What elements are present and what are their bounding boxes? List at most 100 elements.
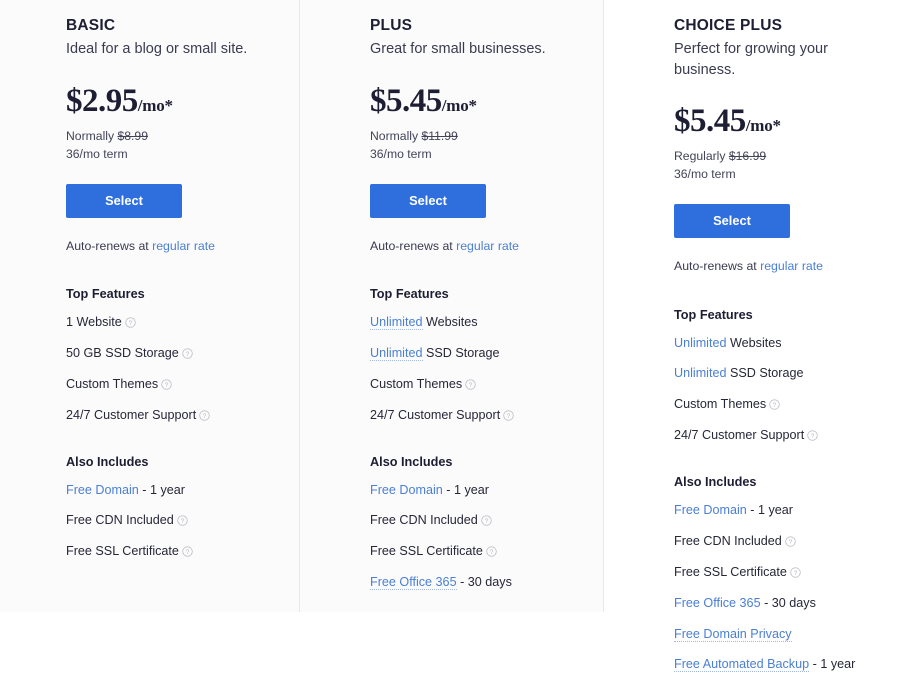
help-circle-icon[interactable]: ? (177, 515, 188, 527)
feature-highlight-link[interactable]: Free Domain Privacy (674, 626, 792, 642)
regular-rate-link[interactable]: regular rate (760, 259, 823, 273)
svg-text:?: ? (484, 518, 488, 525)
feature-item[interactable]: Unlimited SSD Storage (674, 365, 886, 383)
top-features-list: 1 Website? 50 GB SSD Storage? Custom Theme… (66, 314, 282, 425)
help-circle-icon[interactable]: ? (790, 567, 801, 578)
feature-item: 24/7 Customer Support? (370, 407, 586, 425)
feature-label: Websites (726, 335, 782, 350)
help-circle-icon[interactable]: ? (199, 409, 210, 421)
feature-label: Websites (422, 315, 478, 330)
feature-item: Free CDN Included? (370, 512, 586, 530)
feature-item[interactable]: Unlimited Websites (370, 314, 586, 332)
feature-item: Custom Themes? (674, 396, 886, 414)
feature-label: - 1 year (442, 482, 489, 497)
help-circle-icon[interactable]: ? (182, 348, 193, 359)
select-button[interactable]: Select (370, 183, 486, 218)
feature-label: SSD Storage (422, 345, 500, 360)
help-circle-icon[interactable]: ? (182, 546, 193, 557)
autorenew-prefix: Auto-renews at (370, 238, 457, 253)
top-features-title: Top Features (370, 287, 449, 302)
plan-column-plus: PLUS Great for small businesses. $5.45/m… (300, 0, 604, 612)
autorenew-note: Auto-renews at regular rate (370, 238, 586, 255)
feature-item: 50 GB SSD Storage? (66, 345, 282, 363)
feature-label: Custom Themes (66, 376, 159, 391)
feature-item: Free CDN Included? (66, 512, 282, 530)
feature-label: Free SSL Certificate (370, 544, 483, 559)
feature-item[interactable]: Free Office 365 - 30 days (370, 574, 586, 592)
pricing-table: BASIC Ideal for a blog or small site. $2… (0, 0, 900, 673)
feature-item[interactable]: Unlimited SSD Storage (370, 345, 586, 363)
feature-label: Free CDN Included (66, 513, 174, 528)
plan-price-period: /mo* (137, 95, 173, 115)
feature-label: Free CDN Included (674, 533, 782, 548)
feature-item[interactable]: Free Domain - 1 year (674, 502, 886, 520)
plan-name: CHOICE PLUS (674, 17, 783, 34)
help-circle-icon[interactable]: ? (125, 317, 136, 328)
help-circle-icon[interactable]: ? (807, 430, 818, 441)
price-note: Normally $11.99 36/mo term (370, 127, 586, 163)
feature-highlight-link[interactable]: Free Office 365 (674, 596, 761, 610)
svg-text:?: ? (773, 402, 777, 409)
feature-item[interactable]: Free Domain Privacy (674, 626, 886, 644)
feature-highlight-link[interactable]: Free Domain (370, 483, 443, 497)
feature-highlight-link[interactable]: Unlimited (370, 345, 423, 361)
plan-price: $2.95 (66, 82, 138, 119)
svg-text:?: ? (811, 433, 815, 440)
regular-rate-link[interactable]: regular rate (456, 239, 519, 253)
feature-item: Free SSL Certificate? (370, 543, 586, 561)
feature-highlight-link[interactable]: Free Office 365 (370, 575, 457, 591)
help-circle-icon[interactable]: ? (769, 399, 780, 411)
plan-tagline: Ideal for a blog or small site. (66, 41, 248, 58)
feature-label: - 1 year (809, 657, 856, 672)
help-circle-icon[interactable]: ? (161, 379, 172, 390)
select-button[interactable]: Select (674, 204, 790, 239)
svg-text:?: ? (165, 382, 169, 389)
plan-price-period: /mo* (745, 116, 781, 136)
feature-item: Free SSL Certificate? (674, 564, 886, 582)
plan-tagline: Perfect for growing your business. (674, 41, 828, 78)
feature-item: Custom Themes? (66, 376, 282, 394)
help-circle-icon[interactable]: ? (785, 536, 796, 547)
normally-label: Normally (370, 128, 419, 143)
svg-text:?: ? (128, 320, 132, 327)
feature-item[interactable]: Free Automated Backup - 1 year (674, 656, 886, 674)
autorenew-note: Auto-renews at regular rate (674, 258, 886, 275)
feature-highlight-link[interactable]: Free Domain (674, 503, 747, 517)
feature-label: - 1 year (746, 503, 793, 518)
feature-highlight-link[interactable]: Unlimited (674, 366, 727, 380)
price-block: $5.45/mo* Regularly $16.99 36/mo term (674, 105, 886, 183)
svg-text:?: ? (788, 539, 792, 546)
top-features-list: Unlimited Websites Unlimited SSD Storage C… (674, 335, 886, 446)
feature-highlight-link[interactable]: Free Domain (66, 483, 139, 497)
feature-label: Custom Themes (674, 397, 767, 412)
help-circle-icon[interactable]: ? (486, 546, 497, 557)
svg-text:?: ? (203, 413, 207, 420)
feature-item[interactable]: Free Office 365 - 30 days (674, 595, 886, 613)
feature-label: 24/7 Customer Support (66, 407, 197, 422)
feature-item[interactable]: Unlimited Websites (674, 335, 886, 353)
price-block: $2.95/mo* Normally $8.99 36/mo term (66, 82, 282, 163)
feature-item[interactable]: Free Domain - 1 year (370, 482, 586, 500)
feature-highlight-link[interactable]: Unlimited (370, 315, 423, 331)
also-includes-title: Also Includes (66, 454, 149, 469)
plan-term: 36/mo term (674, 167, 736, 182)
help-circle-icon[interactable]: ? (465, 379, 476, 390)
feature-label: Free SSL Certificate (66, 544, 179, 559)
feature-label: - 30 days (456, 575, 512, 590)
autorenew-prefix: Auto-renews at (66, 238, 153, 253)
feature-highlight-link[interactable]: Unlimited (674, 336, 727, 350)
feature-label: Custom Themes (370, 376, 463, 391)
feature-label: Free CDN Included (370, 513, 478, 528)
feature-item: 1 Website? (66, 314, 282, 332)
feature-highlight-link[interactable]: Free Automated Backup (674, 657, 810, 673)
select-button[interactable]: Select (66, 183, 182, 218)
regular-rate-link[interactable]: regular rate (152, 239, 215, 253)
feature-item[interactable]: Free Domain - 1 year (66, 482, 282, 500)
svg-text:?: ? (186, 549, 190, 556)
plan-term: 36/mo term (66, 146, 128, 161)
help-circle-icon[interactable]: ? (481, 515, 492, 527)
svg-text:?: ? (180, 518, 184, 525)
also-includes-list: Free Domain - 1 year Free CDN Included? Fr… (370, 482, 586, 593)
help-circle-icon[interactable]: ? (503, 409, 514, 421)
plan-tagline: Great for small businesses. (370, 41, 546, 58)
